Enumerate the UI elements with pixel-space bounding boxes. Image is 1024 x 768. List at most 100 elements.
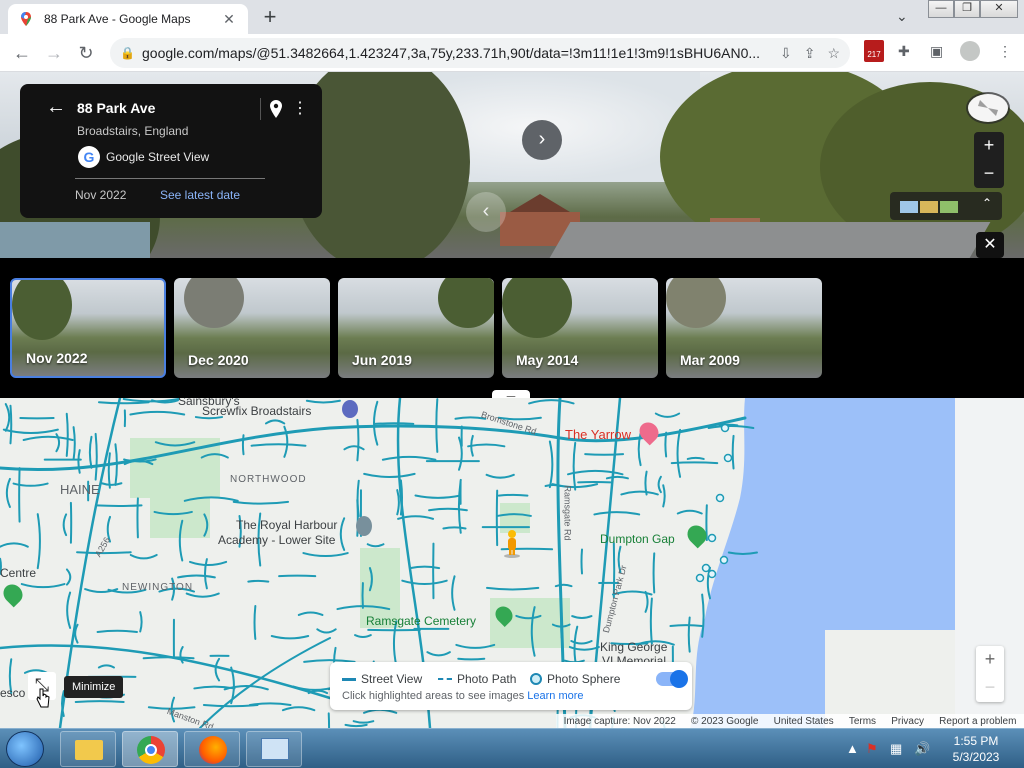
street-view-road[interactable] [185,592,220,598]
street-view-road[interactable] [22,435,74,441]
street-view-road[interactable] [0,542,29,548]
street-view-road[interactable] [193,685,236,690]
street-view-road[interactable] [339,517,346,552]
explorer-taskbar-icon[interactable] [60,731,116,767]
street-view-road[interactable] [687,616,691,653]
street-view-road[interactable] [649,597,653,645]
street-view-road[interactable] [409,565,441,570]
photo-sphere-dot[interactable] [720,423,730,433]
layer-thumbnail[interactable] [920,201,938,213]
window-close-button[interactable]: ✕ [980,0,1018,18]
browser-tab[interactable]: 88 Park Ave - Google Maps ✕ [8,4,248,34]
street-view-road[interactable] [686,456,705,460]
street-view-road[interactable] [580,548,584,575]
street-view-road[interactable] [72,426,76,461]
street-view-road[interactable] [399,479,404,516]
street-view-road[interactable] [571,615,593,620]
street-view-road[interactable] [669,624,703,627]
street-view-road[interactable] [344,723,368,728]
control-panel-taskbar-icon[interactable] [246,731,302,767]
street-view-road[interactable] [97,664,115,669]
street-view-road[interactable] [36,513,41,570]
street-view-road[interactable] [107,452,111,489]
shopping-pin-icon[interactable] [342,400,358,418]
street-view-road[interactable] [572,441,577,491]
timeline-thumb[interactable]: Mar 2009 [666,278,822,378]
street-view-road[interactable] [528,399,575,405]
firefox-taskbar-icon[interactable] [184,731,240,767]
timeline-thumb[interactable]: Nov 2022 [10,278,166,378]
street-view-road[interactable] [707,425,755,430]
street-view-road[interactable] [457,436,463,471]
street-view-road[interactable] [657,475,662,494]
volume-icon[interactable]: 🔊 [914,741,930,757]
street-view-road[interactable] [670,461,719,465]
window-restore-button[interactable]: ❐ [954,0,980,18]
street-view-road[interactable] [593,511,641,516]
street-view-road[interactable] [139,611,143,633]
street-view-road[interactable] [178,519,184,562]
network-icon[interactable]: ▦ [890,741,902,757]
map-view[interactable]: Sainsbury's Screwfix Broadstairs Bromsto… [0,398,1024,728]
profile-avatar-icon[interactable] [960,41,980,61]
street-view-road[interactable] [662,484,666,508]
chrome-taskbar-icon[interactable] [122,731,178,767]
street-view-road[interactable] [305,399,341,404]
street-view-road[interactable] [644,470,648,496]
street-view-road[interactable] [620,490,659,496]
street-view-road[interactable] [701,593,705,638]
street-view-road[interactable] [189,560,228,566]
street-view-road[interactable] [644,590,649,613]
layer-thumbnail[interactable] [900,201,918,213]
street-view-road[interactable] [676,509,703,515]
street-view-road[interactable] [435,398,439,453]
windows-start-icon[interactable] [6,731,44,767]
layer-thumbnail[interactable] [940,201,958,213]
street-view-road[interactable] [283,425,289,458]
street-view-road[interactable] [316,628,337,634]
street-view-road[interactable] [9,404,13,445]
street-view-road[interactable] [442,526,467,530]
browser-menu-icon[interactable]: ⋮ [998,43,1012,60]
school-pin-icon[interactable] [356,516,372,536]
forward-arrow-icon[interactable]: → [42,42,66,66]
new-tab-button[interactable]: + [258,6,282,30]
street-view-road[interactable] [356,418,360,462]
timeline-thumb[interactable]: Dec 2020 [174,278,330,378]
street-view-road[interactable] [455,643,496,649]
timeline-thumb[interactable]: Jun 2019 [338,278,494,378]
street-view-road[interactable] [5,477,11,508]
street-view-road[interactable] [177,574,216,579]
street-view-road[interactable] [12,482,49,487]
street-view-road[interactable] [129,553,158,560]
street-view-road[interactable] [62,513,68,537]
street-view-road[interactable] [94,432,98,481]
report-problem-link[interactable]: Report a problem [939,716,1016,727]
street-view-road[interactable] [354,634,372,639]
street-view-road[interactable] [129,410,186,416]
street-view-road[interactable] [96,629,138,633]
street-view-road[interactable] [486,586,540,591]
street-view-road[interactable] [55,433,61,453]
street-view-road[interactable] [253,605,257,640]
back-arrow-icon[interactable]: ← [46,96,66,119]
street-view-road[interactable] [343,445,365,451]
street-view-road[interactable] [397,515,435,520]
street-view-road[interactable] [568,646,600,651]
street-view-road[interactable] [74,623,79,644]
street-view-road[interactable] [203,558,208,590]
street-view-road[interactable] [467,443,506,448]
street-view-road[interactable] [396,489,400,516]
street-view-road[interactable] [95,504,143,507]
street-view-road[interactable] [20,583,66,589]
street-view-road[interactable] [65,568,72,586]
photo-sphere-dot[interactable] [715,493,725,503]
street-view-road[interactable] [74,700,125,703]
map-zoom-in-button[interactable]: + [976,646,1004,674]
map-zoom-out-button[interactable]: − [976,674,1004,702]
privacy-link[interactable]: Privacy [891,716,924,727]
pegman-icon[interactable] [504,530,520,558]
street-view-road[interactable] [66,591,72,629]
zoom-in-button[interactable]: + [974,132,1004,160]
window-minimize-button[interactable]: — [928,0,954,18]
